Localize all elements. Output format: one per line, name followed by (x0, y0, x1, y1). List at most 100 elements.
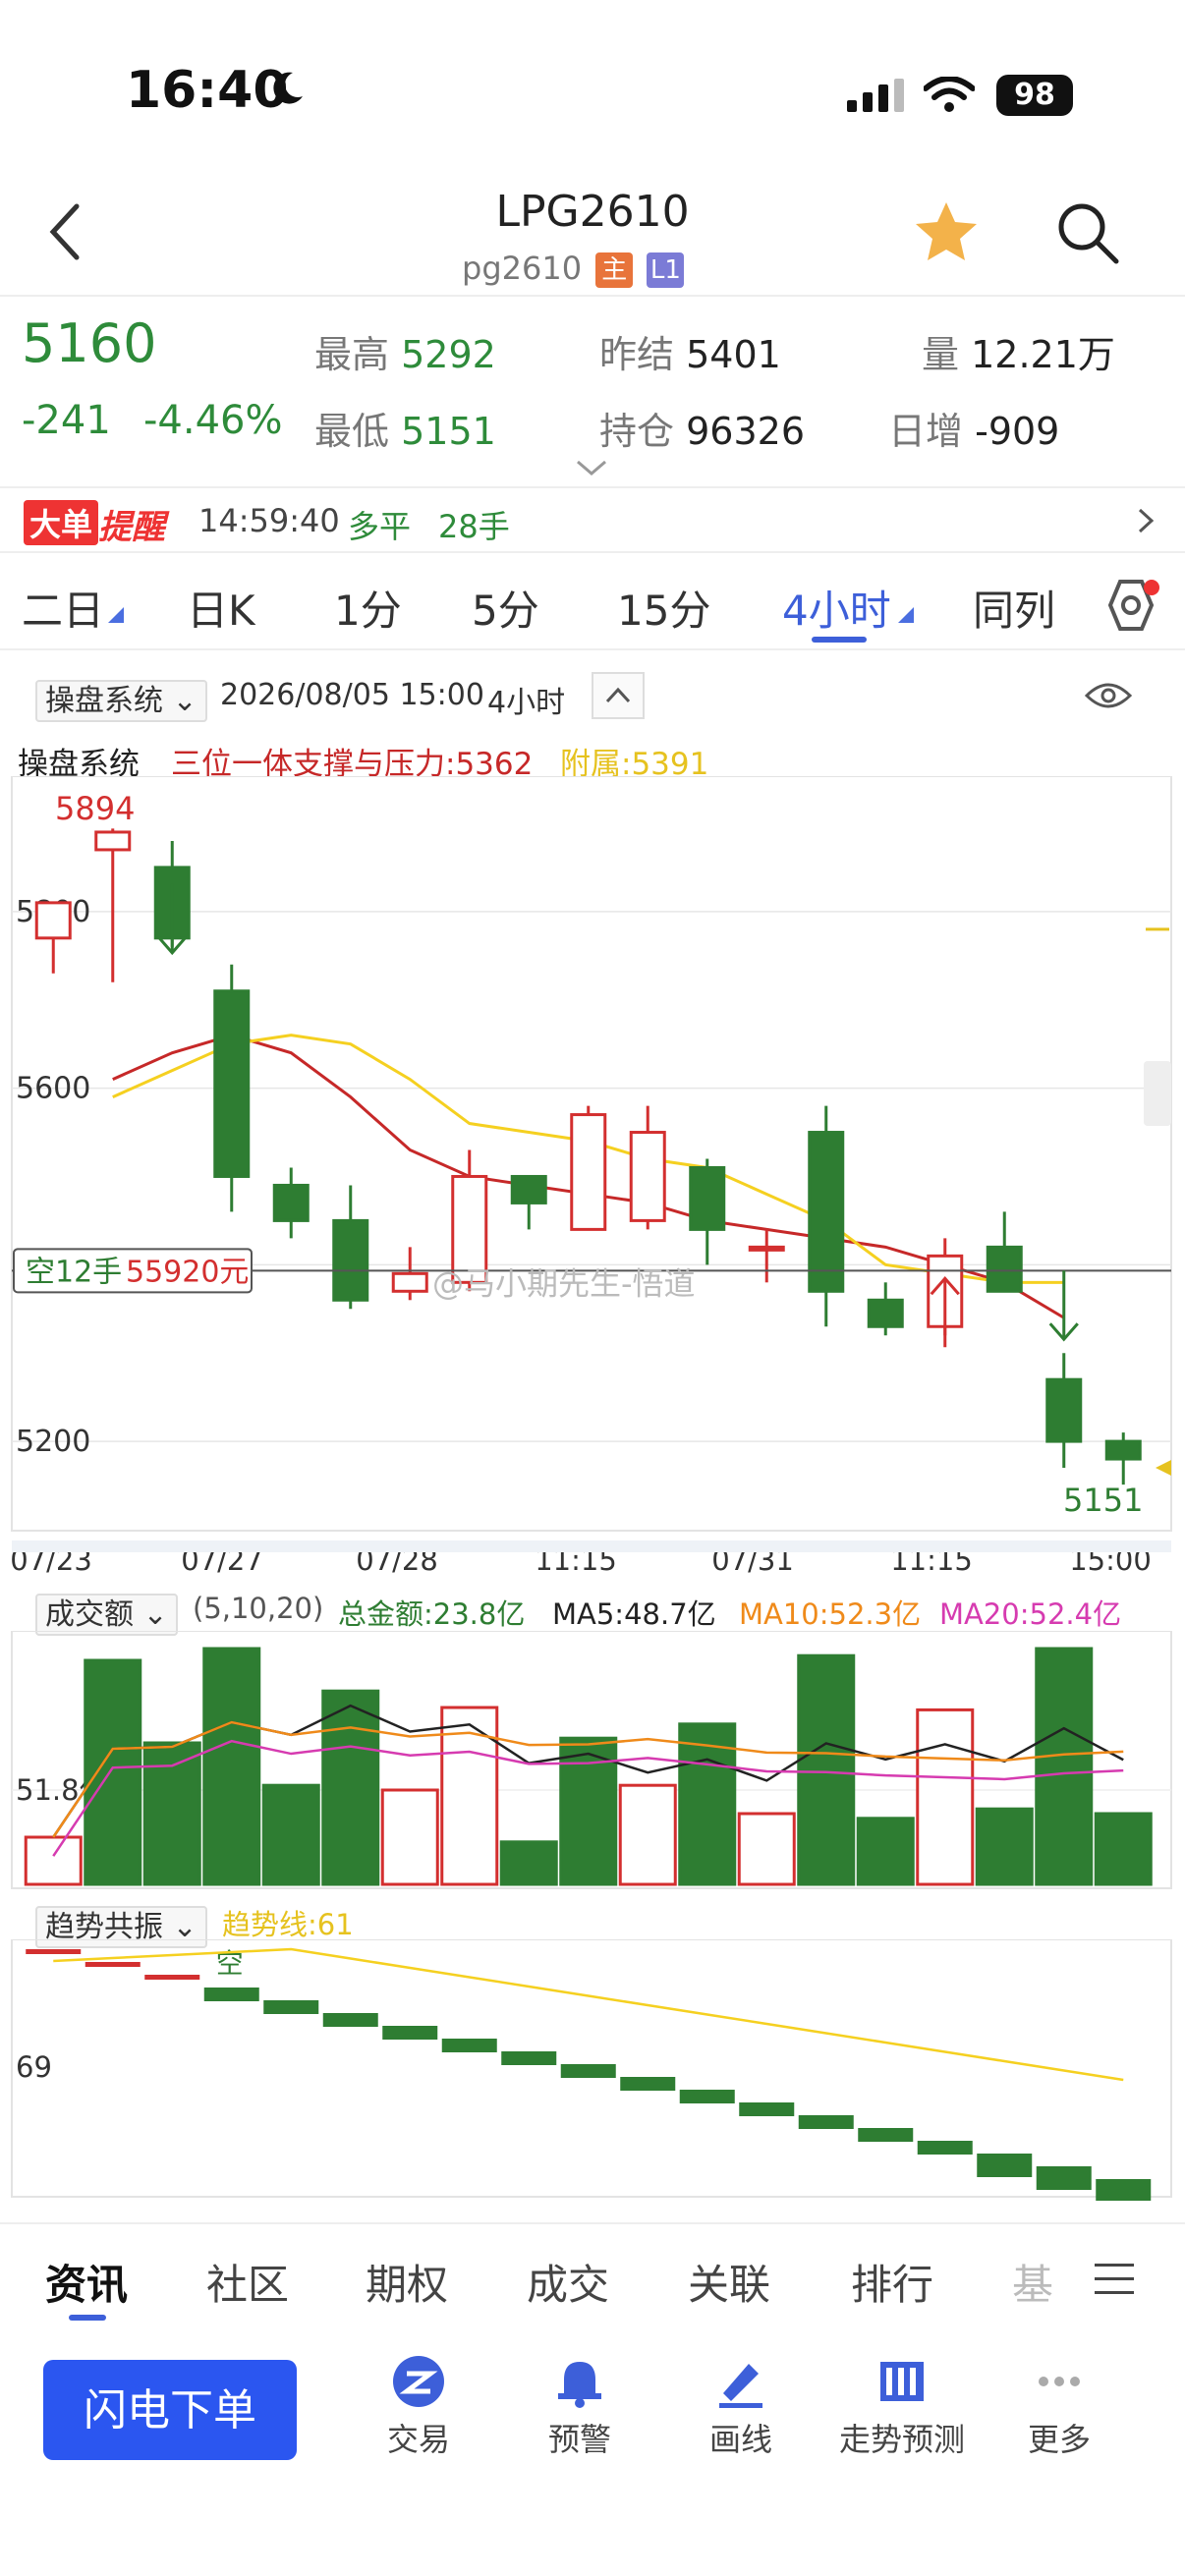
tab-options[interactable]: 期权 (366, 2252, 448, 2312)
tab-fundamentals[interactable]: 基 (1012, 2252, 1053, 2312)
trend-bar (560, 2064, 616, 2078)
draw-line-button[interactable]: 画线 (672, 2354, 810, 2460)
candle-body (1104, 1439, 1142, 1461)
trend-bar (1036, 2166, 1092, 2190)
expand-chevron-icon[interactable] (574, 458, 609, 477)
price-change: -241 (22, 398, 111, 443)
contract-subtitle: pg2610 主 L1 (462, 250, 685, 288)
y-axis-label: 69 (16, 2050, 52, 2084)
active-tab-indicator (69, 2315, 106, 2321)
flash-order-button[interactable]: 闪电下单 (43, 2360, 297, 2460)
volume-bar (856, 1817, 915, 1886)
max-price-label: 5894 (55, 790, 135, 827)
prev-settle-stat: 昨结 5401 (599, 333, 781, 376)
search-icon[interactable] (1055, 200, 1120, 265)
chevron-down-icon: ⌄ (142, 1597, 168, 1632)
alert-button[interactable]: 预警 (511, 2354, 649, 2460)
tab-trades[interactable]: 成交 (527, 2252, 609, 2312)
watermark: @马小期先生-悟道 (432, 1264, 696, 1302)
trend-bar (322, 2013, 378, 2027)
trend-forecast-button[interactable]: 走势预测 (831, 2354, 973, 2460)
volume-bar (202, 1647, 261, 1886)
trade-icon (393, 2356, 444, 2407)
tab-community[interactable]: 社区 (206, 2252, 289, 2312)
trend-line (53, 1947, 1124, 2082)
page-title: LPG2610 (495, 187, 690, 237)
collapse-button[interactable] (592, 672, 645, 719)
candle-body (570, 1113, 607, 1231)
wifi-icon (924, 77, 975, 112)
tab-1min[interactable]: 1分 (334, 578, 402, 638)
volume-bar (797, 1653, 856, 1886)
moon-icon (273, 72, 303, 104)
volume-stat: 量 12.21万 (922, 333, 1115, 376)
candle-body (1045, 1377, 1083, 1443)
tab-related[interactable]: 关联 (688, 2252, 770, 2312)
position-label: 空12手 (26, 1255, 122, 1289)
chart-period: 4小时 (487, 686, 566, 720)
tab-daily[interactable]: 日K (187, 578, 255, 638)
volume-bar (1094, 1812, 1153, 1886)
time-axis-strip (12, 1540, 1171, 1552)
volume-bar (142, 1741, 201, 1886)
y-axis-label: 5600 (16, 1072, 90, 1106)
clock: 16:40 (126, 61, 289, 120)
volume-selector[interactable]: 成交额 ⌄ (35, 1590, 178, 1636)
tab-news[interactable]: 资讯 (45, 2252, 128, 2312)
open-interest-stat: 持仓 96326 (599, 410, 805, 453)
settings-hexagon-icon[interactable] (1093, 576, 1161, 635)
y-axis-label: 5200 (16, 1425, 90, 1459)
book-icon (880, 2362, 924, 2401)
volume-params: (5,10,20) (193, 1592, 324, 1625)
dropdown-corner-icon (898, 607, 914, 623)
candle-body (748, 1245, 785, 1252)
trend-bar (26, 1949, 82, 1954)
volume-bar (737, 1812, 796, 1886)
trend-bar (977, 2154, 1033, 2177)
alert-badge: 大单 (24, 500, 99, 545)
candle-body (510, 1174, 547, 1204)
volume-bar (975, 1807, 1034, 1886)
volume-bar (321, 1689, 380, 1886)
system-selector[interactable]: 操盘系统 ⌄ (35, 676, 207, 722)
eye-icon[interactable] (1085, 680, 1132, 711)
more-button[interactable]: 更多 (990, 2354, 1128, 2460)
volume-ma5: MA5:48.7亿 (552, 1597, 716, 1631)
trend-bar (917, 2141, 973, 2155)
tab-15min[interactable]: 15分 (617, 578, 710, 638)
trend-bar (620, 2077, 676, 2091)
tab-two-day[interactable]: 二日 (22, 578, 104, 638)
star-icon[interactable] (914, 200, 979, 263)
contract-code: pg2610 (462, 250, 583, 287)
trend-bar (263, 2000, 319, 2014)
position-value: 55920元 (126, 1255, 249, 1289)
trend-bar (739, 2102, 795, 2116)
trend-bar (441, 2039, 497, 2052)
price-marker (1156, 1460, 1171, 1477)
bottom-tabs: 资讯 社区 期权 成交 关联 排行 基 (0, 2222, 1185, 2334)
candle-body (689, 1165, 726, 1231)
daily-increase-stat: 日增 -909 (888, 410, 1060, 453)
last-price-label: 5151 (1063, 1482, 1143, 1519)
tab-4hour[interactable]: 4小时 (782, 578, 891, 638)
dropdown-corner-icon (108, 607, 124, 623)
menu-icon[interactable] (1093, 2262, 1136, 2297)
main-contract-tag: 主 (595, 252, 634, 288)
candle-body (272, 1183, 310, 1222)
trend-bar (1096, 2179, 1152, 2201)
tab-ranking[interactable]: 排行 (851, 2252, 933, 2312)
volume-ma20: MA20:52.4亿 (939, 1597, 1122, 1631)
alert-lots: 28手 (438, 508, 510, 545)
pen-icon (719, 2364, 762, 2408)
candlestick-chart[interactable]: 5800560054005200 58945151空12手55920元@马小期先… (0, 776, 1185, 1582)
tab-5min[interactable]: 5分 (472, 578, 539, 638)
trade-button[interactable]: 交易 (350, 2354, 487, 2460)
trend-bar (85, 1962, 141, 1967)
volume-bar (618, 1783, 677, 1886)
candle-body (986, 1245, 1023, 1293)
candle-body (213, 989, 251, 1178)
tab-same-list[interactable]: 同列 (973, 578, 1055, 638)
big-order-alert-bar[interactable]: 大单 提醒 14:59:40 多平 28手 (0, 486, 1185, 553)
trend-bar (144, 1975, 200, 1980)
chevron-right-icon (1138, 508, 1155, 533)
